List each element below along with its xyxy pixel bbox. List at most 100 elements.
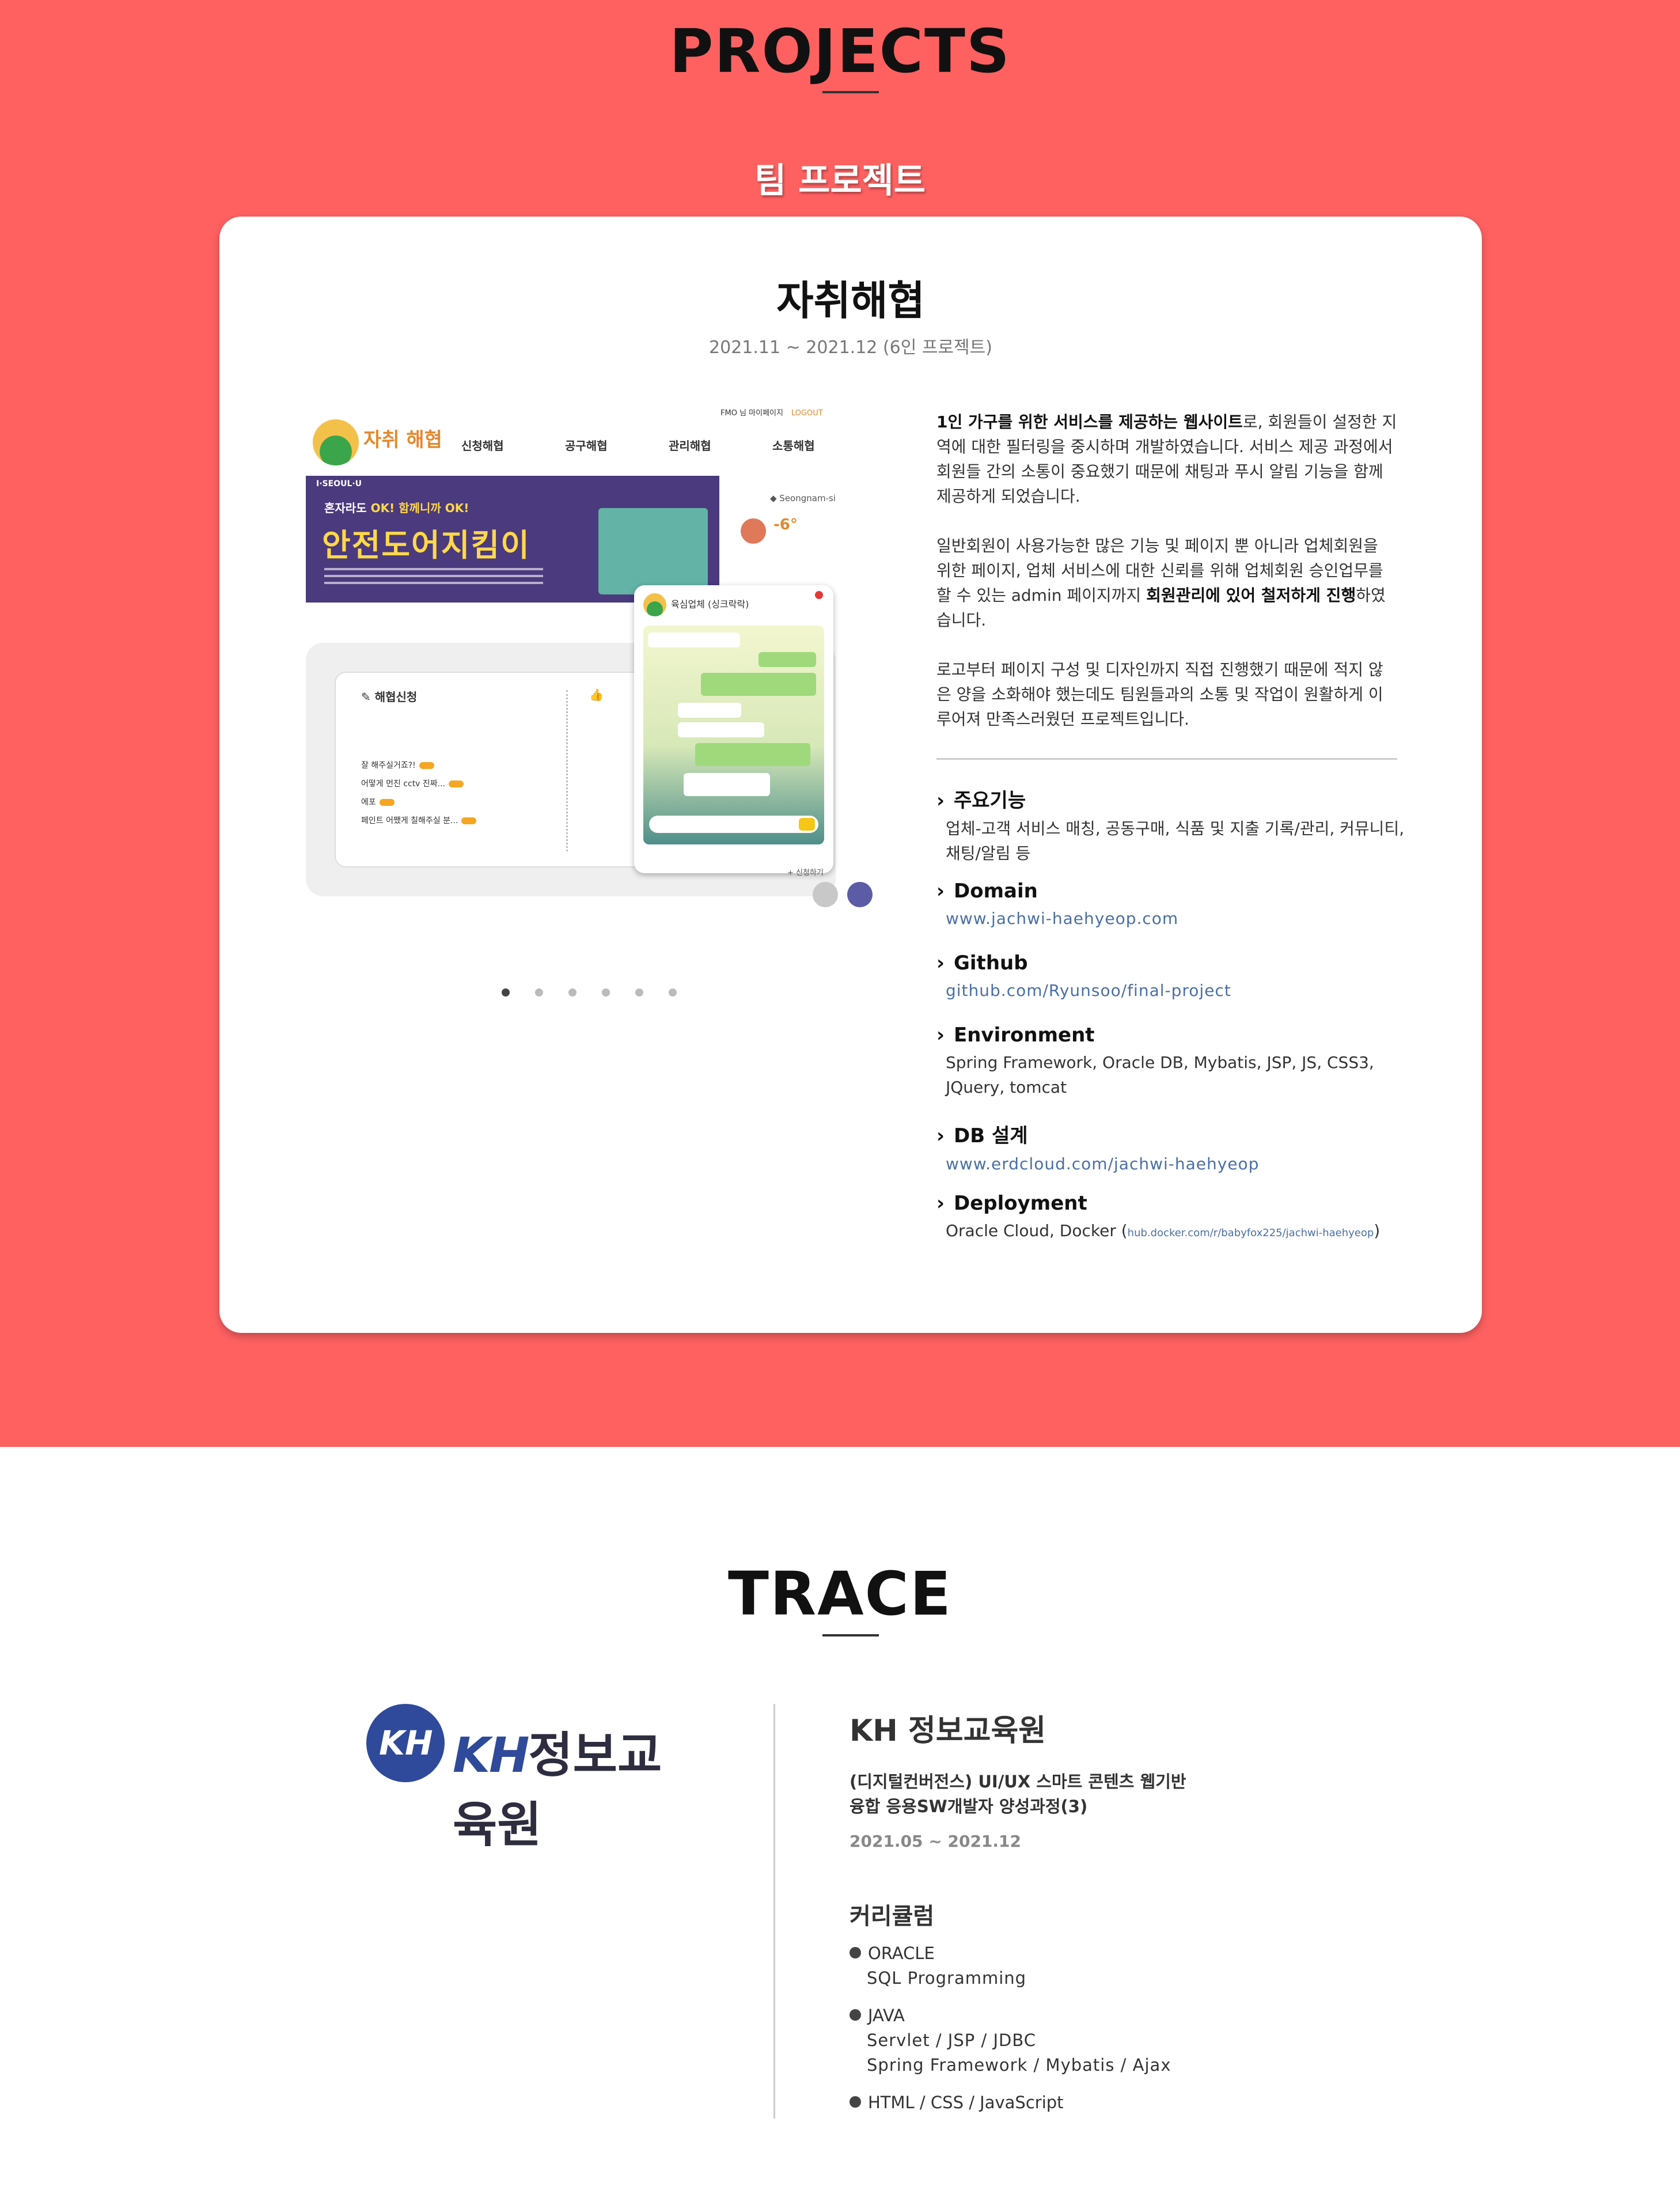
feature-github: › Github github.com/Ryunsoo/final-project — [936, 952, 1409, 1003]
feature-db: › DB 설계 www.erdcloud.com/jachwi-haehyeop — [936, 1120, 1409, 1176]
carousel-dot[interactable] — [535, 988, 543, 997]
curriculum-title: 커리큘럼 — [850, 1903, 935, 1930]
request-row: 페인트 어쨌게 칠해주실 분... — [361, 814, 477, 826]
trace-title: TRACE — [728, 1559, 952, 1629]
team-project-subtitle: 팀 프로젝트 — [754, 161, 926, 201]
chat-bubble — [678, 722, 764, 737]
chat-bubble — [678, 703, 741, 718]
carousel-pagination — [502, 988, 686, 998]
chat-close-icon — [815, 591, 823, 599]
trace-divider — [773, 1704, 775, 2119]
project-description: 1인 가구를 위한 서비스를 제공하는 웹사이트로, 회원들이 설정한 지역에 … — [936, 410, 1397, 756]
site-nav-item: 관리해협 — [669, 439, 711, 453]
chat-bubble — [648, 632, 740, 647]
banner-note — [324, 568, 543, 584]
chevron-right-icon: › — [936, 880, 945, 903]
course-title: (디지털컨버전스) UI/UX 스마트 콘텐츠 웹기반 융합 응용SW개발자 양성… — [850, 1772, 1186, 1816]
description-paragraph: 일반회원이 사용가능한 많은 기능 및 페이지 뿐 아니라 업체회원을 위한 페… — [936, 536, 1386, 630]
feature-label: › Deployment — [936, 1192, 1087, 1215]
carousel-dot[interactable] — [602, 988, 610, 997]
request-row: 어떻게 먼진 cctv 진짜... — [361, 778, 464, 789]
docker-hub-link[interactable]: hub.docker.com/r/babyfox225/jachwi-haehy… — [1128, 1227, 1374, 1239]
banner-info-box — [598, 508, 708, 594]
carousel-dot[interactable] — [635, 988, 643, 997]
carousel-dot[interactable] — [568, 988, 577, 997]
carousel-dot[interactable] — [669, 988, 677, 997]
kh-badge-icon: KH — [366, 1704, 445, 1782]
carousel-dot[interactable] — [502, 988, 510, 997]
fab-request-label: + 신청하기 — [787, 869, 824, 877]
feature-label: › Environment — [936, 1024, 1095, 1047]
feature-value: 업체-고객 서비스 매칭, 공동구매, 식품 및 지출 기록/관리, 커뮤니티,… — [946, 819, 1405, 863]
projects-title-underline — [822, 91, 879, 93]
site-nav-item: 소통해협 — [772, 439, 815, 453]
project-screenshot[interactable]: 자취 해협 FMO 님 마이페이지 LOGOUT 신청해협 공구해협 관리해협 소… — [306, 407, 882, 960]
chevron-right-icon: › — [936, 1124, 945, 1147]
feature-label: › 주요기능 — [936, 789, 1026, 812]
site-mypage-link: FMO 님 마이페이지 — [720, 409, 783, 418]
feature-deployment: › Deployment Oracle Cloud, Docker (hub.do… — [936, 1192, 1409, 1245]
feature-label: › Github — [936, 952, 1028, 975]
bullet-icon — [850, 2009, 861, 2021]
request-card-divider — [566, 690, 568, 851]
description-paragraph: 로고부터 페이지 구성 및 디자인까지 직접 진행했기 때문에 적지 않은 양을… — [936, 660, 1383, 729]
site-nav-item: 신청해협 — [461, 439, 504, 453]
site-nav-item: 공구해협 — [565, 439, 608, 453]
kh-logo: KH KH정보교육원 — [366, 1704, 706, 1853]
site-logo-text: 자취 해협 — [363, 429, 442, 452]
chat-body — [643, 626, 824, 844]
chevron-right-icon: › — [936, 952, 945, 975]
chat-window: 육심업체 (싱크락락) — [634, 585, 833, 873]
chat-bubble — [695, 743, 810, 766]
projects-title: PROJECTS — [669, 16, 1011, 86]
chat-bubble — [684, 773, 770, 796]
chat-bubble — [701, 673, 816, 696]
banner-headline: 안전도어지킴이 — [322, 527, 530, 563]
curriculum-item: HTML / CSS / JavaScript — [850, 2090, 1253, 2115]
feature-label: › DB 설계 — [936, 1124, 1028, 1147]
chevron-right-icon: › — [936, 789, 945, 812]
github-link[interactable]: github.com/Ryunsoo/final-project — [936, 978, 1409, 1003]
domain-link[interactable]: www.jachwi-haehyeop.com — [936, 906, 1409, 931]
feature-value: Oracle Cloud, Docker (hub.docker.com/r/b… — [946, 1221, 1381, 1240]
chat-send-icon — [799, 818, 815, 831]
chat-input — [649, 816, 818, 833]
site-logo-icon — [313, 419, 359, 465]
chat-header: 육심업체 (싱크락락) — [643, 593, 749, 616]
request-fab-icon — [813, 882, 838, 907]
weather-icon — [741, 518, 766, 544]
description-divider — [936, 758, 1397, 760]
weather-temp: -6° — [773, 516, 798, 533]
chevron-right-icon: › — [936, 1024, 945, 1047]
feature-label: › Domain — [936, 880, 1038, 903]
site-top-links: FMO 님 마이페이지 LOGOUT — [720, 407, 823, 418]
bullet-icon — [850, 2096, 861, 2108]
projects-section: PROJECTS 팀 프로젝트 자취해협 2021.11 ~ 2021.12 (… — [0, 0, 1680, 1447]
request-row: 잘 해주실거죠?! — [361, 759, 434, 771]
feature-domain: › Domain www.jachwi-haehyeop.com — [936, 880, 1409, 931]
feature-environment: › Environment Spring Framework, Oracle DB… — [936, 1024, 1409, 1100]
course-period: 2021.05 ~ 2021.12 — [850, 1832, 1022, 1851]
project-name: 자취해협 — [776, 277, 925, 324]
weather-location: ◆ Seongnam-si — [770, 493, 836, 503]
project-period: 2021.11 ~ 2021.12 (6인 프로젝트) — [709, 338, 992, 358]
banner-top-label: I·SEOUL·U — [316, 479, 362, 488]
erd-link[interactable]: www.erdcloud.com/jachwi-haehyeop — [936, 1151, 1409, 1176]
chevron-right-icon: › — [936, 1192, 945, 1215]
description-paragraph: 1인 가구를 위한 서비스를 제공하는 웹사이트로, 회원들이 설정한 지역에 … — [936, 412, 1397, 506]
chat-fab-icon — [847, 882, 873, 907]
bullet-icon — [850, 1947, 861, 1958]
site-banner: I·SEOUL·U 혼자라도 OK! 함께니까 OK! 안전도어지킴이 — [306, 476, 719, 603]
curriculum-item: JAVA Servlet / JSP / JDBC Spring Framewo… — [850, 2003, 1253, 2078]
banner-tagline: 혼자라도 OK! 함께니까 OK! — [324, 501, 469, 515]
curriculum-list: ORACLE SQL Programming JAVA Servlet / JS… — [850, 1941, 1253, 2128]
chat-bubble — [759, 652, 816, 667]
feature-value: Spring Framework, Oracle DB, Mybatis, JS… — [946, 1053, 1374, 1097]
project-card: 자취해협 2021.11 ~ 2021.12 (6인 프로젝트) 자취 해협 F… — [219, 217, 1482, 1333]
chat-avatar — [643, 593, 666, 616]
org-name: KH 정보교육원 — [850, 1714, 1046, 1748]
thumbs-up-icon: 👍 — [589, 688, 604, 702]
site-logout-link: LOGOUT — [791, 409, 823, 418]
kh-logo-text: KH정보교육원 — [453, 1727, 662, 1853]
request-row: 에포 — [361, 796, 395, 808]
